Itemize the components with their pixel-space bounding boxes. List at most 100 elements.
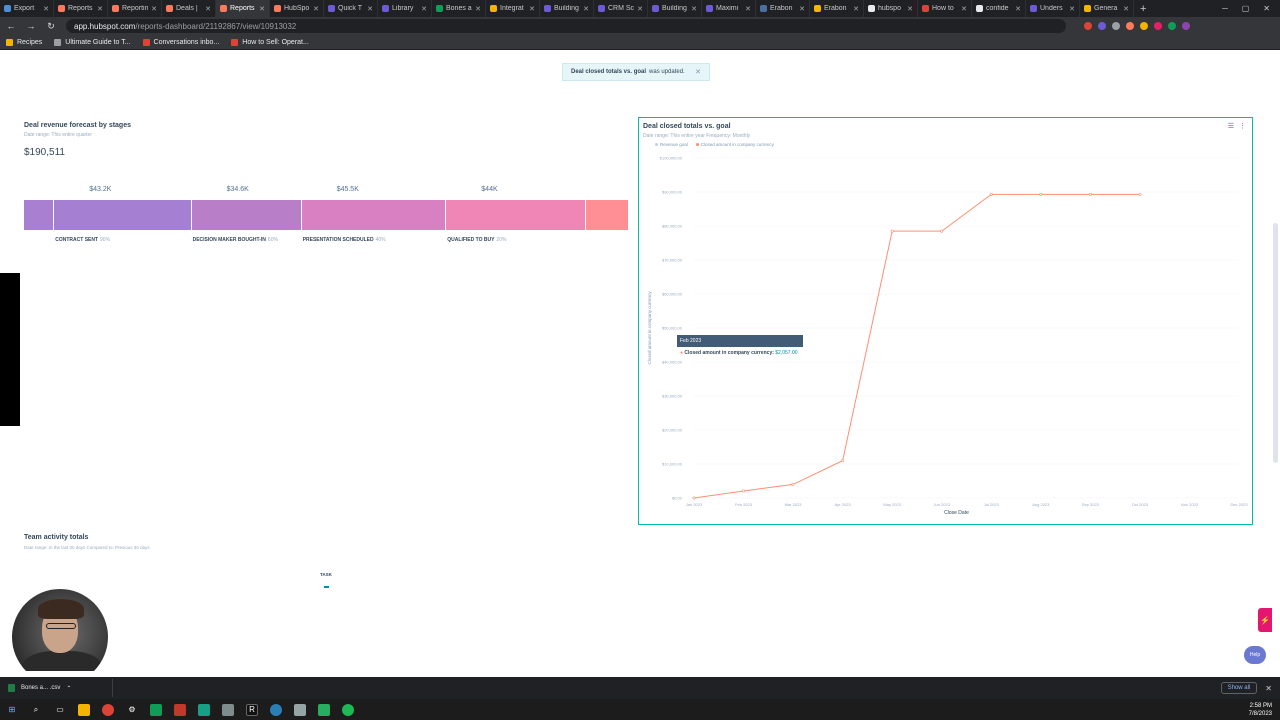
- bookmark-icon: [231, 38, 239, 46]
- extension-icon[interactable]: [1098, 22, 1106, 30]
- browser-tab[interactable]: Library ✕: [378, 0, 432, 17]
- browser-tab[interactable]: Deals | ✕: [162, 0, 216, 17]
- bookmark-item[interactable]: Recipes: [6, 38, 42, 46]
- close-icon[interactable]: ✕: [205, 5, 211, 13]
- profile-avatar[interactable]: [1182, 22, 1190, 30]
- funnel-segment[interactable]: [586, 200, 629, 230]
- browser-tab[interactable]: Quick T ✕: [324, 0, 378, 17]
- funnel-segment[interactable]: [54, 200, 192, 230]
- browser-tab[interactable]: Erabon ✕: [756, 0, 810, 17]
- tab-label: hubspo: [878, 5, 901, 12]
- calculator-icon[interactable]: [222, 703, 234, 716]
- browser-tab[interactable]: HubSpo ✕: [270, 0, 324, 17]
- stage-value: $43.2K: [89, 186, 112, 193]
- close-icon[interactable]: ✕: [695, 68, 701, 76]
- close-icon[interactable]: ✕: [151, 5, 157, 13]
- file-explorer-icon[interactable]: [78, 703, 90, 716]
- browser-tab[interactable]: How to ✕: [918, 0, 972, 17]
- browser-tab[interactable]: hubspo ✕: [864, 0, 918, 17]
- close-icon[interactable]: ✕: [475, 5, 481, 13]
- close-icon[interactable]: ✕: [799, 5, 805, 13]
- task-view-icon[interactable]: ▭: [54, 704, 66, 716]
- search-icon[interactable]: ⌕: [30, 704, 42, 716]
- bookmark-item[interactable]: How to Sell: Operat...: [231, 38, 309, 46]
- help-button[interactable]: Help: [1244, 646, 1266, 664]
- app-icon[interactable]: [294, 703, 306, 716]
- browser-tab[interactable]: Unders ✕: [1026, 0, 1080, 17]
- funnel-segment[interactable]: [446, 200, 587, 230]
- browser-tab[interactable]: Maximi ✕: [702, 0, 756, 17]
- close-icon[interactable]: ✕: [1123, 5, 1129, 13]
- lightning-icon[interactable]: ⚡: [1258, 608, 1272, 632]
- app-icon[interactable]: [198, 703, 210, 716]
- browser-tab[interactable]: confide ✕: [972, 0, 1026, 17]
- reload-icon[interactable]: ↻: [46, 21, 56, 32]
- funnel-segment[interactable]: [191, 200, 302, 230]
- bookmark-item[interactable]: Ultimate Guide to T...: [54, 38, 131, 46]
- screen-overlay-bar: [0, 273, 20, 426]
- close-icon[interactable]: ✕: [1265, 684, 1272, 693]
- minimize-icon[interactable]: ─: [1222, 4, 1228, 13]
- close-icon[interactable]: ✕: [367, 5, 373, 13]
- close-icon[interactable]: ✕: [907, 5, 913, 13]
- maximize-icon[interactable]: ▢: [1242, 4, 1250, 13]
- browser-tab[interactable]: Erabon ✕: [810, 0, 864, 17]
- app-icon[interactable]: [318, 703, 330, 716]
- chrome-icon[interactable]: [102, 703, 114, 716]
- forward-icon[interactable]: →: [26, 21, 36, 31]
- bookmark-item[interactable]: Conversations inbo...: [142, 38, 219, 46]
- r-app-icon[interactable]: R: [246, 703, 258, 716]
- download-item[interactable]: Bones a... .csv ⌃: [8, 679, 113, 697]
- close-icon[interactable]: ✕: [259, 5, 265, 13]
- show-all-button[interactable]: Show all: [1220, 682, 1258, 694]
- extension-icon[interactable]: [1084, 22, 1092, 30]
- app-icon[interactable]: [270, 703, 282, 716]
- close-icon[interactable]: ✕: [43, 5, 49, 13]
- close-icon[interactable]: ✕: [313, 5, 319, 13]
- app-icon[interactable]: [150, 703, 162, 716]
- url-field[interactable]: app.hubspot.com/reports-dashboard/211928…: [66, 19, 1066, 33]
- stage-value: $45.5K: [336, 186, 359, 193]
- browser-tab[interactable]: Reportin ✕: [108, 0, 162, 17]
- new-tab-button[interactable]: +: [1134, 3, 1152, 15]
- spotify-icon[interactable]: [342, 703, 354, 716]
- close-icon[interactable]: ✕: [745, 5, 751, 13]
- close-icon[interactable]: ✕: [961, 5, 967, 13]
- extension-icon[interactable]: [1126, 22, 1134, 30]
- extension-icon[interactable]: [1140, 22, 1148, 30]
- close-icon[interactable]: ✕: [583, 5, 589, 13]
- extension-icon[interactable]: [1154, 22, 1162, 30]
- close-icon[interactable]: ✕: [97, 5, 103, 13]
- chevron-up-icon[interactable]: ⌃: [66, 685, 71, 692]
- forecast-title[interactable]: Deal revenue forecast by stages: [24, 122, 131, 129]
- close-icon[interactable]: ✕: [1069, 5, 1075, 13]
- system-clock[interactable]: 2:58 PM 7/8/2023: [1249, 702, 1272, 718]
- funnel-segment[interactable]: [24, 200, 55, 230]
- funnel-segment[interactable]: [301, 200, 447, 230]
- browser-tab[interactable]: Export ✕: [0, 0, 54, 17]
- extension-icon[interactable]: [1168, 22, 1176, 30]
- close-icon[interactable]: ✕: [637, 5, 643, 13]
- settings-icon[interactable]: ⚙: [126, 704, 138, 716]
- browser-tab[interactable]: Bones a ✕: [432, 0, 486, 17]
- acrobat-icon[interactable]: [174, 703, 186, 716]
- close-icon[interactable]: ✕: [529, 5, 535, 13]
- browser-tab[interactable]: Building ✕: [540, 0, 594, 17]
- browser-tab[interactable]: CRM Sc ✕: [594, 0, 648, 17]
- back-icon[interactable]: ←: [6, 21, 16, 31]
- favicon-icon: [490, 5, 497, 12]
- browser-tab[interactable]: Integrat ✕: [486, 0, 540, 17]
- close-icon[interactable]: ✕: [1263, 4, 1270, 13]
- extension-icon[interactable]: [1112, 22, 1120, 30]
- browser-tab[interactable]: Genera ✕: [1080, 0, 1134, 17]
- team-activity-title[interactable]: Team activity totals: [24, 534, 88, 541]
- close-icon[interactable]: ✕: [1015, 5, 1021, 13]
- page-scrollbar[interactable]: [1273, 223, 1278, 463]
- close-icon[interactable]: ✕: [421, 5, 427, 13]
- browser-tab[interactable]: Reports ✕: [54, 0, 108, 17]
- close-icon[interactable]: ✕: [691, 5, 697, 13]
- windows-start-icon[interactable]: ⊞: [6, 704, 18, 716]
- close-icon[interactable]: ✕: [853, 5, 859, 13]
- browser-tab[interactable]: Building ✕: [648, 0, 702, 17]
- browser-tab[interactable]: Reports ✕: [216, 0, 270, 17]
